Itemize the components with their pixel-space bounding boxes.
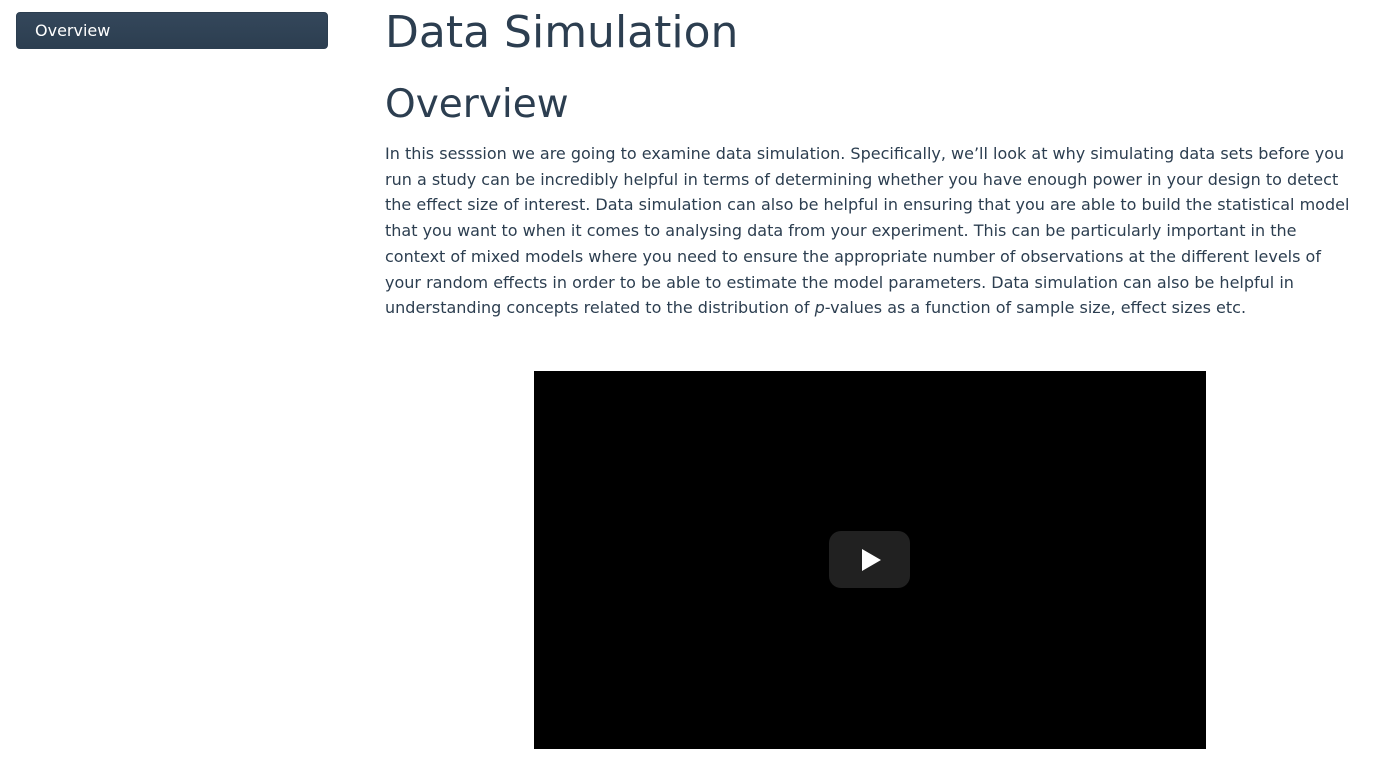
intro-paragraph: In this sesssion we are going to examine… xyxy=(385,141,1350,321)
p-value-symbol: p xyxy=(814,298,825,318)
toc-item-label: Overview xyxy=(35,20,111,40)
video-player[interactable] xyxy=(534,371,1206,749)
page-title: Data Simulation xyxy=(385,7,739,58)
toc-item-overview[interactable]: Overview xyxy=(16,12,328,49)
intro-text-part2: -values as a function of sample size, ef… xyxy=(824,298,1247,318)
play-button[interactable] xyxy=(829,531,910,588)
intro-text-part1: In this sesssion we are going to examine… xyxy=(385,144,1350,318)
play-icon xyxy=(862,549,881,571)
section-heading-overview: Overview xyxy=(385,82,569,127)
table-of-contents: Overview xyxy=(16,12,328,49)
